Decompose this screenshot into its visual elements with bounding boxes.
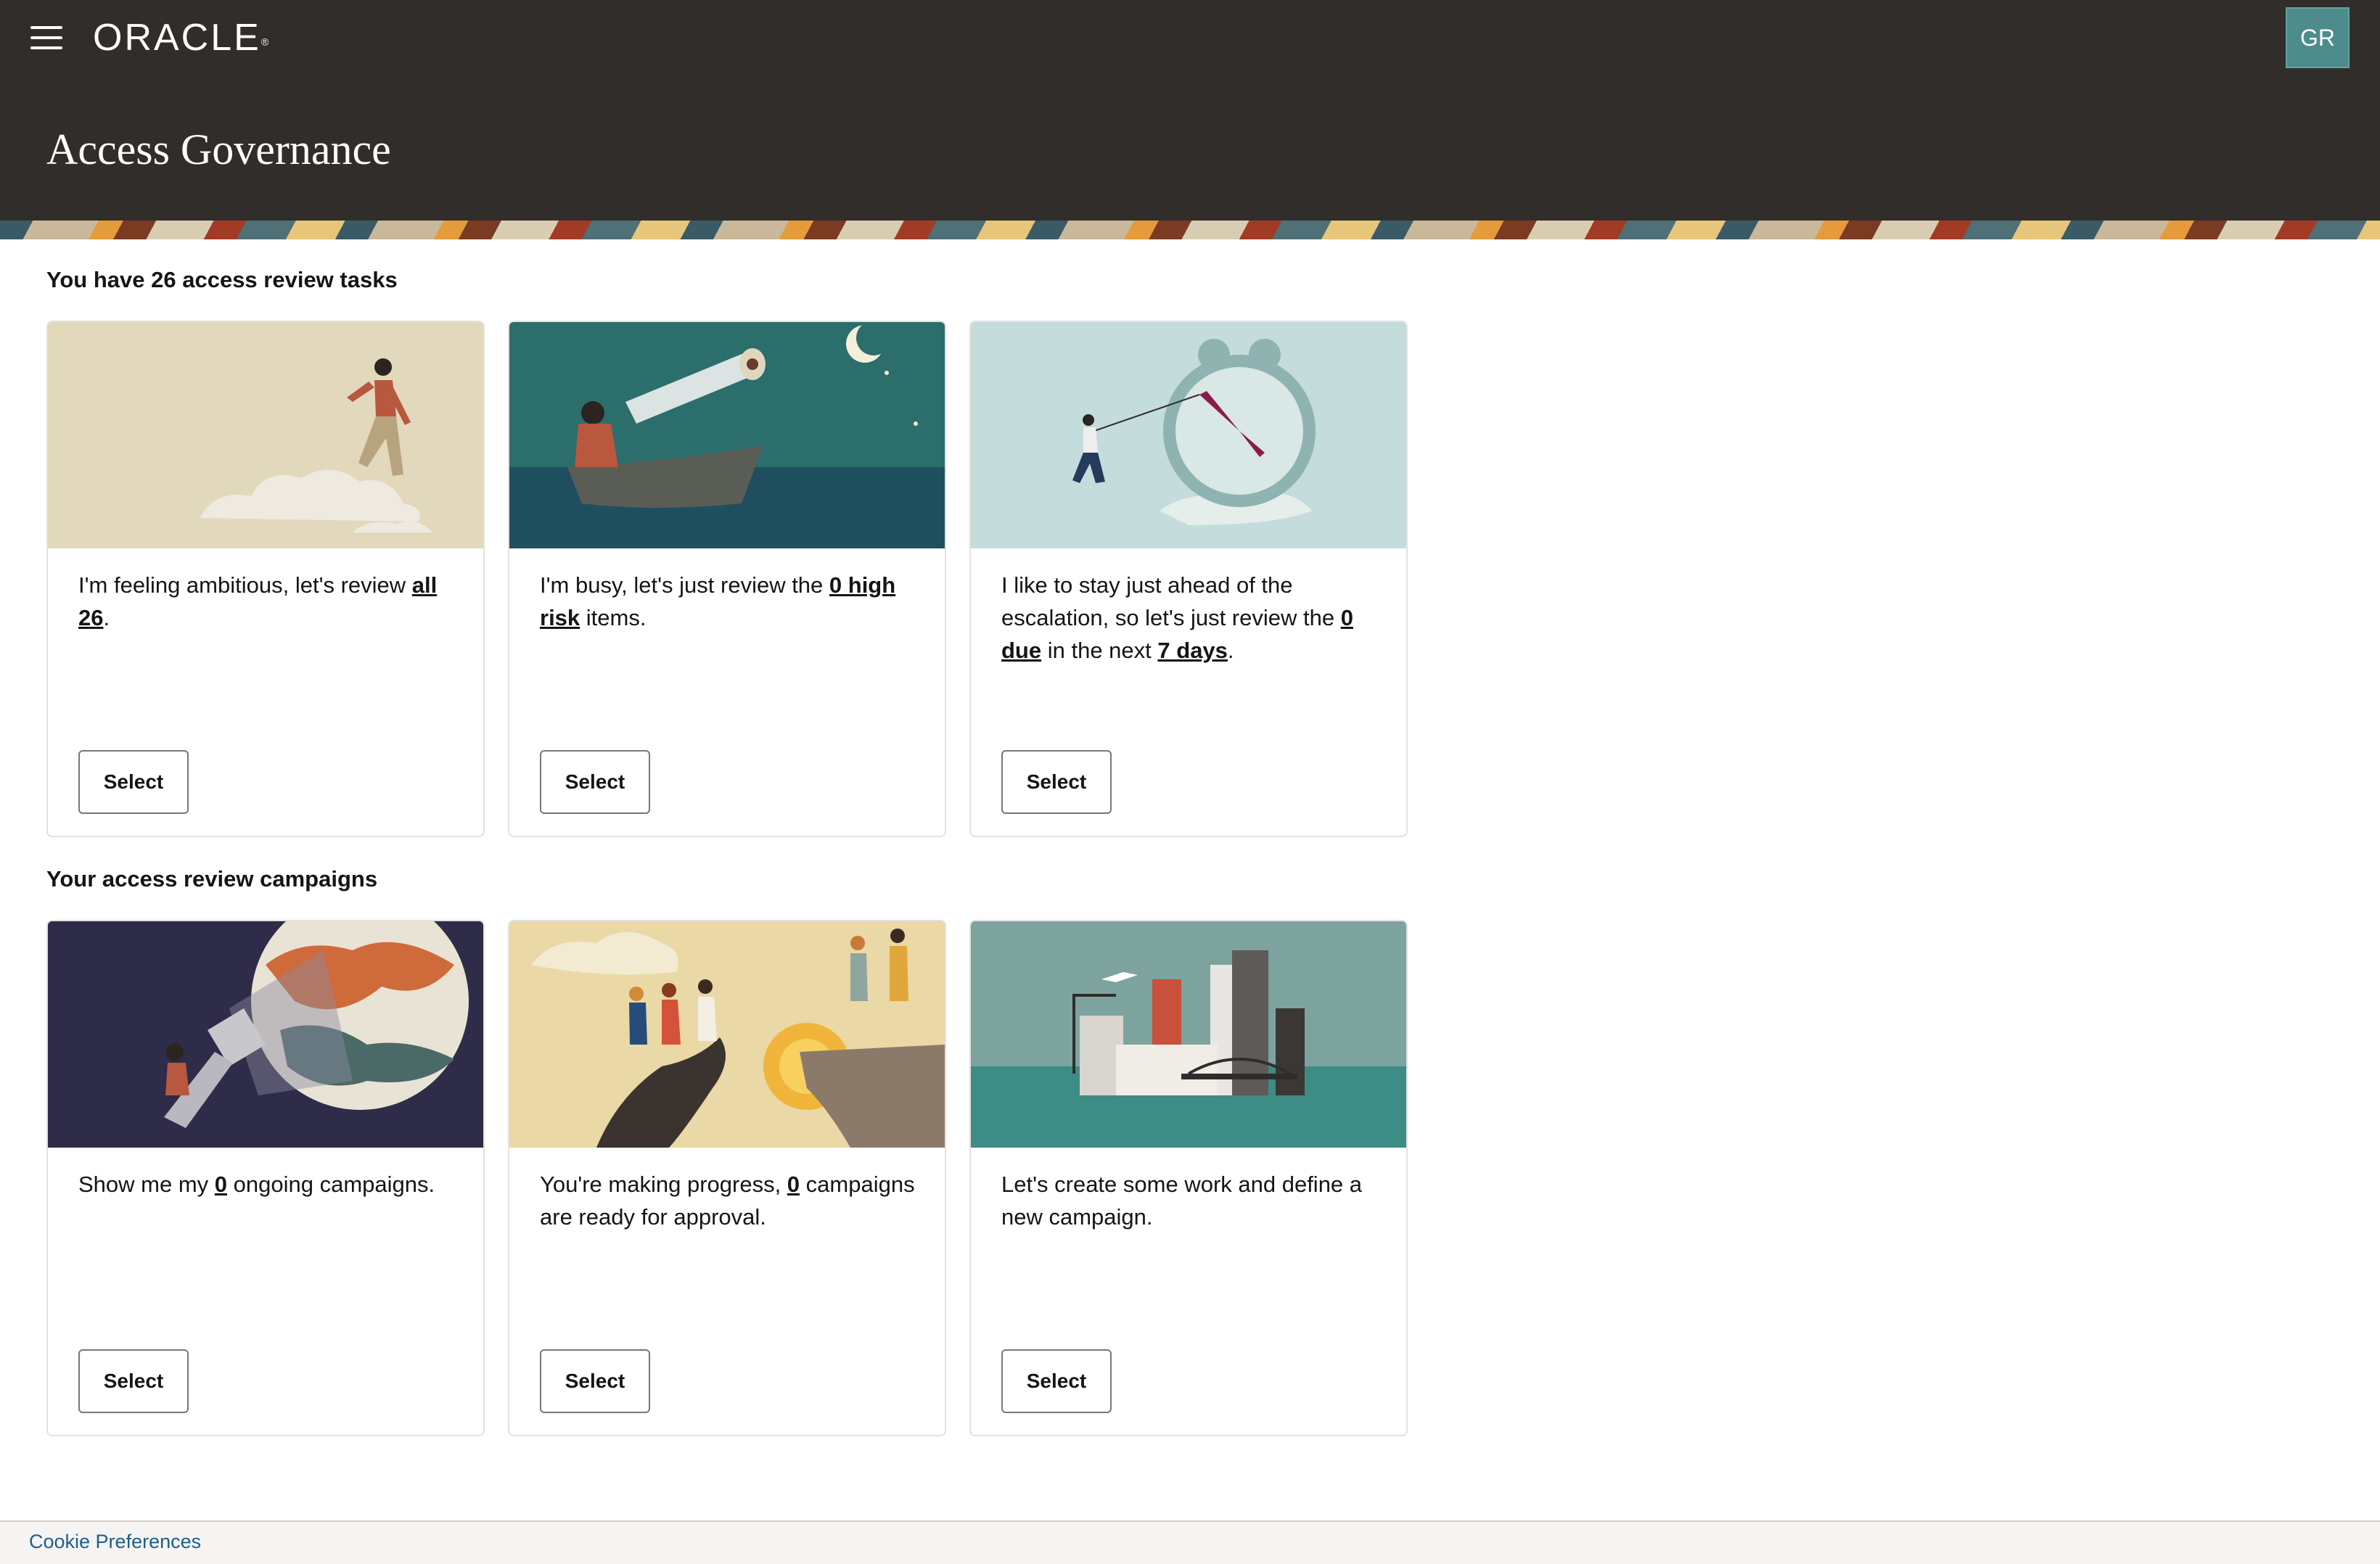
campaign-card-approval-text: You're making progress, 0 campaigns are …: [540, 1172, 915, 1230]
select-approval-campaigns-button[interactable]: Select: [540, 1349, 650, 1413]
days-link[interactable]: 7 days: [1157, 638, 1228, 663]
select-all-tasks-button[interactable]: Select: [78, 750, 189, 814]
task-card-due: I like to stay just ahead of the escalat…: [969, 321, 1408, 837]
oracle-logo[interactable]: ORACLE®: [93, 16, 296, 59]
task-card-all: I'm feeling ambitious, let's review all …: [46, 321, 485, 837]
campaign-card-ongoing-text: Show me my 0 ongoing campaigns.: [78, 1172, 435, 1197]
man-pulling-clock-hand-illustration: [971, 322, 1406, 548]
telescope-in-boat-illustration: [509, 322, 945, 548]
cookie-preferences-link[interactable]: Cookie Preferences: [29, 1531, 201, 1553]
select-due-button[interactable]: Select: [1001, 750, 1112, 814]
campaigns-section-heading: Your access review campaigns: [46, 866, 378, 892]
task-card-high-risk: I'm busy, let's just review the 0 high r…: [508, 321, 946, 837]
campaign-card-ongoing: Show me my 0 ongoing campaigns. Select: [46, 920, 485, 1436]
hamburger-menu-icon[interactable]: [30, 26, 62, 49]
task-card-all-text: I'm feeling ambitious, let's review all …: [78, 572, 438, 630]
flashlight-on-planet-illustration: [48, 921, 483, 1148]
select-new-campaign-button[interactable]: Select: [1001, 1349, 1112, 1413]
approval-campaigns-link[interactable]: 0: [787, 1172, 800, 1197]
select-ongoing-campaigns-button[interactable]: Select: [78, 1349, 189, 1413]
task-card-high-risk-text: I'm busy, let's just review the 0 high r…: [540, 572, 896, 630]
decorative-banner: [0, 221, 2380, 239]
campaign-card-new-text: Let's create some work and define a new …: [1001, 1172, 1363, 1230]
woman-stepping-on-clouds-illustration: [48, 322, 483, 548]
city-on-island-illustration: [971, 921, 1406, 1148]
select-high-risk-button[interactable]: Select: [540, 750, 650, 814]
app-header: ORACLE® GR Access Governance: [0, 0, 2380, 221]
user-avatar-button[interactable]: GR: [2286, 7, 2350, 68]
page-footer: Cookie Preferences: [0, 1520, 2380, 1564]
campaign-card-new: Let's create some work and define a new …: [969, 920, 1408, 1436]
ongoing-campaigns-link[interactable]: 0: [215, 1172, 227, 1197]
page-title: Access Governance: [46, 125, 391, 173]
people-on-cliff-illustration: [509, 921, 945, 1148]
campaign-card-approval: You're making progress, 0 campaigns are …: [508, 920, 946, 1436]
task-card-due-text: I like to stay just ahead of the escalat…: [1001, 572, 1353, 663]
tasks-section-heading: You have 26 access review tasks: [46, 267, 398, 292]
